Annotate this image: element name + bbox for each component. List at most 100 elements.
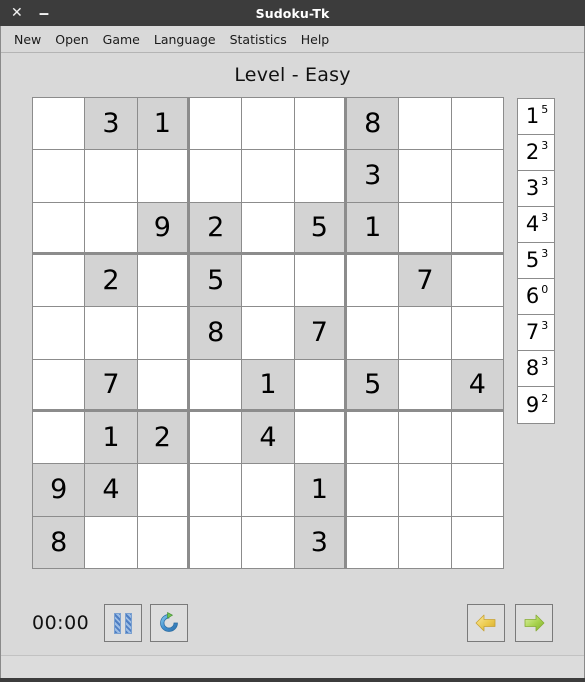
sudoku-cell-r2c5[interactable]	[242, 150, 295, 203]
sudoku-cell-r4c1[interactable]	[33, 254, 86, 308]
sudoku-cell-r5c7[interactable]	[346, 307, 400, 360]
sudoku-cell-r5c9[interactable]	[451, 307, 504, 360]
sudoku-cell-r8c8[interactable]	[399, 464, 452, 517]
sudoku-cell-r1c6[interactable]	[294, 98, 347, 151]
sudoku-cell-r3c7[interactable]: 1	[346, 202, 400, 255]
sudoku-cell-r6c1[interactable]	[33, 359, 86, 412]
sudoku-cell-r5c3[interactable]	[137, 307, 190, 360]
sudoku-cell-r8c5[interactable]	[242, 464, 295, 517]
sudoku-cell-r8c6[interactable]: 1	[294, 464, 347, 517]
sudoku-cell-r1c1[interactable]	[33, 98, 86, 151]
sudoku-cell-r1c2[interactable]: 3	[85, 98, 138, 151]
sudoku-cell-r2c6[interactable]	[294, 150, 347, 203]
sudoku-cell-r5c1[interactable]	[33, 307, 86, 360]
undo-button[interactable]	[467, 604, 505, 642]
pause-button[interactable]	[104, 604, 143, 642]
sudoku-cell-r9c2[interactable]	[85, 516, 138, 569]
menu-help[interactable]: Help	[294, 29, 337, 50]
sudoku-cell-r2c2[interactable]	[85, 150, 138, 203]
restart-button[interactable]	[150, 604, 189, 642]
digit-counter-2[interactable]: 23	[518, 135, 554, 171]
sudoku-cell-r6c2[interactable]: 7	[85, 359, 138, 412]
sudoku-cell-r7c9[interactable]	[451, 411, 504, 465]
sudoku-cell-r4c5[interactable]	[242, 254, 295, 308]
sudoku-cell-r4c7[interactable]	[346, 254, 400, 308]
sudoku-cell-r1c9[interactable]	[451, 98, 504, 151]
digit-counter-6[interactable]: 60	[518, 279, 554, 315]
sudoku-cell-r9c8[interactable]	[399, 516, 452, 569]
sudoku-cell-r2c8[interactable]	[399, 150, 452, 203]
sudoku-cell-r1c8[interactable]	[399, 98, 452, 151]
sudoku-cell-r7c1[interactable]	[33, 411, 86, 465]
sudoku-cell-r3c1[interactable]	[33, 202, 86, 255]
sudoku-cell-r1c5[interactable]	[242, 98, 295, 151]
sudoku-cell-r5c4[interactable]: 8	[189, 307, 243, 360]
sudoku-cell-r3c2[interactable]	[85, 202, 138, 255]
menu-language[interactable]: Language	[147, 29, 223, 50]
sudoku-cell-r4c8[interactable]: 7	[399, 254, 452, 308]
sudoku-cell-r7c7[interactable]	[346, 411, 400, 465]
sudoku-cell-r9c1[interactable]: 8	[33, 516, 86, 569]
sudoku-cell-r8c9[interactable]	[451, 464, 504, 517]
sudoku-cell-r3c8[interactable]	[399, 202, 452, 255]
digit-counter-5[interactable]: 53	[518, 243, 554, 279]
sudoku-cell-r8c2[interactable]: 4	[85, 464, 138, 517]
sudoku-cell-r3c5[interactable]	[242, 202, 295, 255]
sudoku-cell-r8c3[interactable]	[137, 464, 190, 517]
sudoku-cell-r5c2[interactable]	[85, 307, 138, 360]
sudoku-cell-r8c1[interactable]: 9	[33, 464, 86, 517]
sudoku-cell-r3c6[interactable]: 5	[294, 202, 347, 255]
sudoku-cell-r7c2[interactable]: 1	[85, 411, 138, 465]
digit-counter-7[interactable]: 73	[518, 315, 554, 351]
sudoku-cell-r2c7[interactable]: 3	[346, 150, 400, 203]
sudoku-cell-r2c4[interactable]	[189, 150, 243, 203]
sudoku-cell-r8c4[interactable]	[189, 464, 243, 517]
sudoku-cell-r9c6[interactable]: 3	[294, 516, 347, 569]
sudoku-cell-r3c4[interactable]: 2	[189, 202, 243, 255]
menu-game[interactable]: Game	[96, 29, 147, 50]
sudoku-cell-r1c7[interactable]: 8	[346, 98, 400, 151]
sudoku-cell-r5c8[interactable]	[399, 307, 452, 360]
sudoku-cell-r6c5[interactable]: 1	[242, 359, 295, 412]
sudoku-cell-r6c9[interactable]: 4	[451, 359, 504, 412]
sudoku-cell-r4c2[interactable]: 2	[85, 254, 138, 308]
sudoku-cell-r9c5[interactable]	[242, 516, 295, 569]
sudoku-cell-r3c9[interactable]	[451, 202, 504, 255]
sudoku-cell-r9c7[interactable]	[346, 516, 400, 569]
digit-counter-1[interactable]: 15	[518, 99, 554, 135]
sudoku-cell-r6c6[interactable]	[294, 359, 347, 412]
menu-open[interactable]: Open	[48, 29, 95, 50]
sudoku-cell-r6c8[interactable]	[399, 359, 452, 412]
sudoku-cell-r9c4[interactable]	[189, 516, 243, 569]
sudoku-cell-r1c4[interactable]	[189, 98, 243, 151]
sudoku-cell-r8c7[interactable]	[346, 464, 400, 517]
sudoku-cell-r7c6[interactable]	[294, 411, 347, 465]
sudoku-cell-r2c3[interactable]	[137, 150, 190, 203]
sudoku-cell-r1c3[interactable]: 1	[137, 98, 190, 151]
digit-counter-8[interactable]: 83	[518, 351, 554, 387]
minimize-icon[interactable]: ‒	[39, 6, 49, 21]
sudoku-cell-r4c9[interactable]	[451, 254, 504, 308]
sudoku-cell-r7c5[interactable]: 4	[242, 411, 295, 465]
close-icon[interactable]: ✕	[11, 6, 23, 20]
sudoku-cell-r4c3[interactable]	[137, 254, 190, 308]
sudoku-cell-r6c7[interactable]: 5	[346, 359, 400, 412]
redo-button[interactable]	[515, 604, 553, 642]
digit-counter-9[interactable]: 92	[518, 387, 554, 423]
sudoku-cell-r9c9[interactable]	[451, 516, 504, 569]
menu-new[interactable]: New	[7, 29, 48, 50]
sudoku-cell-r6c3[interactable]	[137, 359, 190, 412]
sudoku-cell-r2c1[interactable]	[33, 150, 86, 203]
sudoku-cell-r5c5[interactable]	[242, 307, 295, 360]
sudoku-cell-r4c6[interactable]	[294, 254, 347, 308]
sudoku-cell-r7c4[interactable]	[189, 411, 243, 465]
sudoku-cell-r7c3[interactable]: 2	[137, 411, 190, 465]
sudoku-cell-r6c4[interactable]	[189, 359, 243, 412]
sudoku-cell-r5c6[interactable]: 7	[294, 307, 347, 360]
sudoku-cell-r7c8[interactable]	[399, 411, 452, 465]
digit-counter-4[interactable]: 43	[518, 207, 554, 243]
sudoku-grid[interactable]: 3183925125787715412494183	[32, 97, 504, 569]
sudoku-cell-r2c9[interactable]	[451, 150, 504, 203]
menu-statistics[interactable]: Statistics	[223, 29, 294, 50]
sudoku-cell-r4c4[interactable]: 5	[189, 254, 243, 308]
